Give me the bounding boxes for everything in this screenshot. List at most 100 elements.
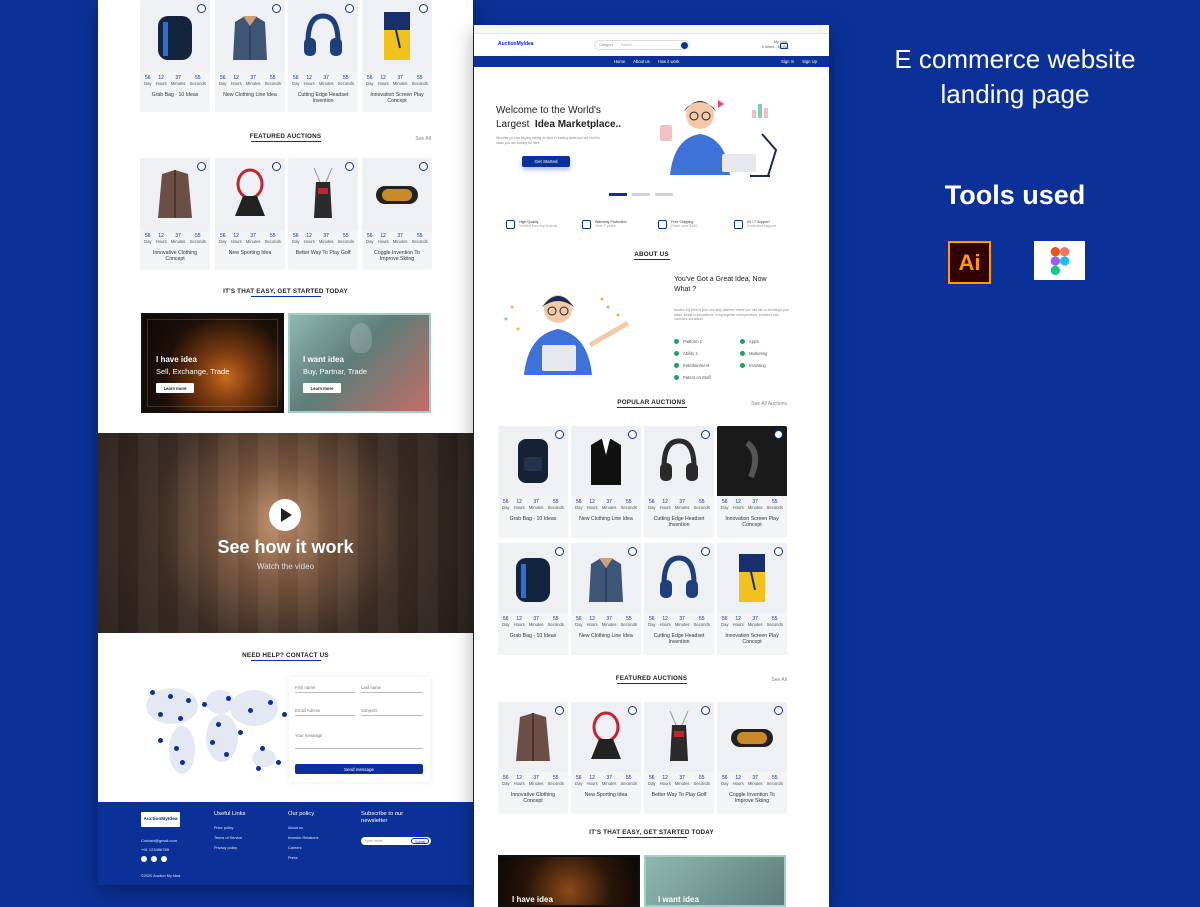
hero-carousel-indicators[interactable] (609, 193, 673, 196)
product-name[interactable]: New Clothing Line Idea (574, 633, 638, 640)
subject-field[interactable]: Subjects (361, 708, 423, 716)
footer-link[interactable]: Careers (288, 843, 318, 853)
product-card[interactable]: 56 Day 12 Hours 37 Minutes 55 Seconds Innovative… (498, 702, 568, 814)
product-name[interactable]: Innovation Screen Play Concept (720, 633, 784, 645)
twitter-icon[interactable] (151, 856, 157, 862)
product-card[interactable]: 56 Day 12 Hours 37 Minutes 55 Seconds Grab Bag -… (498, 426, 568, 538)
product-card[interactable]: 56 Day 12 Hours 37 Minutes 55 Seconds Innovative… (140, 158, 210, 270)
see-all-link[interactable]: See All (415, 136, 431, 142)
email-field[interactable]: Email Adress (295, 708, 355, 716)
wishlist-heart-icon[interactable] (628, 547, 637, 556)
product-name[interactable]: Grab Bag - 10 Ideas (143, 92, 207, 99)
product-card[interactable]: 56 Day 12 Hours 37 Minutes 55 Seconds Innovation… (717, 426, 787, 538)
have-idea-banner[interactable]: I have idea Sell, Exchange, Trade Learn … (141, 313, 284, 413)
message-field[interactable]: Your message (295, 733, 423, 749)
product-card[interactable]: 56 Day 12 Hours 37 Minutes 55 Seconds New Clothi… (215, 0, 285, 112)
product-card[interactable]: 56 Day 12 Hours 37 Minutes 55 Seconds Coggle Inv… (362, 158, 432, 270)
product-card[interactable]: 56 Day 12 Hours 37 Minutes 55 Seconds Better Way… (288, 158, 358, 270)
product-card[interactable]: 56 Day 12 Hours 37 Minutes 55 Seconds Better Way… (644, 702, 714, 814)
product-name[interactable]: New Clothing Line Idea (574, 516, 638, 523)
wishlist-heart-icon[interactable] (701, 547, 710, 556)
wishlist-heart-icon[interactable] (774, 706, 783, 715)
product-card[interactable]: 56 Day 12 Hours 37 Minutes 55 Seconds New Clothi… (571, 426, 641, 538)
wishlist-heart-icon[interactable] (197, 162, 206, 171)
last-name-field[interactable]: Last name (361, 685, 423, 693)
wishlist-heart-icon[interactable] (197, 4, 206, 13)
wishlist-heart-icon[interactable] (555, 547, 564, 556)
play-button[interactable] (269, 499, 301, 531)
footer-link[interactable]: Investor Relations (288, 833, 318, 843)
see-all-link[interactable]: See All (771, 677, 787, 683)
product-name[interactable]: Innovation Screen Play Concept (365, 92, 429, 104)
product-name[interactable]: Coggle Invention To Improve Skiing (365, 250, 429, 262)
send-message-button[interactable]: Send message (295, 764, 423, 774)
want-idea-learn-more-button[interactable]: Learn more (303, 383, 341, 393)
facebook-icon[interactable] (141, 856, 147, 862)
footer-logo[interactable]: AuctionMyIdea (141, 812, 180, 827)
product-name[interactable]: New Clothing Line Idea (218, 92, 282, 99)
product-name[interactable]: New Sporting Idea (574, 792, 638, 799)
search-category[interactable]: Category (599, 43, 613, 47)
product-name[interactable]: New Sporting Idea (218, 250, 282, 257)
have-idea-banner[interactable]: I have idea (498, 855, 640, 907)
wishlist-heart-icon[interactable] (628, 706, 637, 715)
product-card[interactable]: 56 Day 12 Hours 37 Minutes 55 Seconds New Clothi… (571, 543, 641, 655)
product-name[interactable]: Grab Bag - 10 Ideas (501, 633, 565, 640)
product-name[interactable]: Innovative Clothing Concept (501, 792, 565, 804)
carousel-dot-3[interactable] (655, 193, 673, 196)
product-card[interactable]: 56 Day 12 Hours 37 Minutes 55 Seconds Cutting Ed… (644, 426, 714, 538)
wishlist-heart-icon[interactable] (345, 4, 354, 13)
product-card[interactable]: 56 Day 12 Hours 37 Minutes 55 Seconds Cutting Ed… (644, 543, 714, 655)
product-name[interactable]: Innovative Clothing Concept (143, 250, 207, 262)
product-name[interactable]: Grab Bag - 10 Ideas (501, 516, 565, 523)
product-card[interactable]: 56 Day 12 Hours 37 Minutes 55 Seconds Cutting Ed… (288, 0, 358, 112)
wishlist-heart-icon[interactable] (628, 430, 637, 439)
footer-link[interactable]: Privacy policy (214, 843, 242, 853)
wishlist-heart-icon[interactable] (555, 430, 564, 439)
wishlist-heart-icon[interactable] (701, 430, 710, 439)
product-card[interactable]: 56 Day 12 Hours 37 Minutes 55 Seconds Grab Bag -… (140, 0, 210, 112)
search-icon[interactable] (681, 42, 688, 49)
footer-link[interactable]: Terms of Service (214, 833, 242, 843)
product-card[interactable]: 56 Day 12 Hours 37 Minutes 55 Seconds Coggle Inv… (717, 702, 787, 814)
wishlist-heart-icon[interactable] (774, 430, 783, 439)
see-all-auctions-link[interactable]: See All Auctions (751, 401, 787, 407)
want-idea-banner[interactable]: I want idea (644, 855, 786, 907)
first-name-field[interactable]: First name (295, 685, 355, 693)
wishlist-heart-icon[interactable] (419, 4, 428, 13)
footer-link[interactable]: About us (288, 823, 318, 833)
instagram-icon[interactable] (161, 856, 167, 862)
nav-item[interactable]: About us (633, 59, 650, 64)
carousel-dot-2[interactable] (632, 193, 650, 196)
product-name[interactable]: Cutting Edge Headset Invention (291, 92, 355, 104)
product-name[interactable]: Coggle Invention To Improve Skiing (720, 792, 784, 804)
wishlist-heart-icon[interactable] (555, 706, 564, 715)
video-section[interactable]: See how it work Watch the video (98, 433, 473, 633)
footer-email[interactable]: Contact@gmail.com (141, 838, 177, 843)
product-name[interactable]: Cutting Edge Headset Invention (647, 516, 711, 528)
wishlist-heart-icon[interactable] (419, 162, 428, 171)
wishlist-heart-icon[interactable] (272, 4, 281, 13)
auth-link[interactable]: Sign Up (802, 59, 817, 64)
carousel-dot-1[interactable] (609, 193, 627, 196)
nav-item[interactable]: Home (614, 59, 625, 64)
wishlist-heart-icon[interactable] (774, 547, 783, 556)
product-name[interactable]: Innovation Screen Play Concept (720, 516, 784, 528)
get-started-button[interactable]: Get Started (522, 156, 570, 167)
wishlist-heart-icon[interactable] (272, 162, 281, 171)
product-name[interactable]: Better Way To Play Golf (291, 250, 355, 257)
product-name[interactable]: Better Way To Play Golf (647, 792, 711, 799)
nav-item[interactable]: How it work (658, 59, 680, 64)
header-logo[interactable]: AuctionMyIdea (498, 41, 534, 47)
search-input[interactable]: Search (621, 43, 632, 47)
wishlist-heart-icon[interactable] (345, 162, 354, 171)
auth-link[interactable]: Sign In (781, 59, 794, 64)
footer-link[interactable]: Price policy (214, 823, 242, 833)
subscribe-button[interactable]: Submit (411, 838, 429, 844)
product-name[interactable]: Cutting Edge Headset Invention (647, 633, 711, 645)
product-card[interactable]: 56 Day 12 Hours 37 Minutes 55 Seconds New Sporti… (571, 702, 641, 814)
want-idea-banner[interactable]: I want idea Buy, Partnar, Trade Learn mo… (288, 313, 431, 413)
wishlist-heart-icon[interactable] (701, 706, 710, 715)
footer-link[interactable]: Press (288, 853, 318, 863)
search-bar[interactable]: Category Search (594, 40, 690, 50)
